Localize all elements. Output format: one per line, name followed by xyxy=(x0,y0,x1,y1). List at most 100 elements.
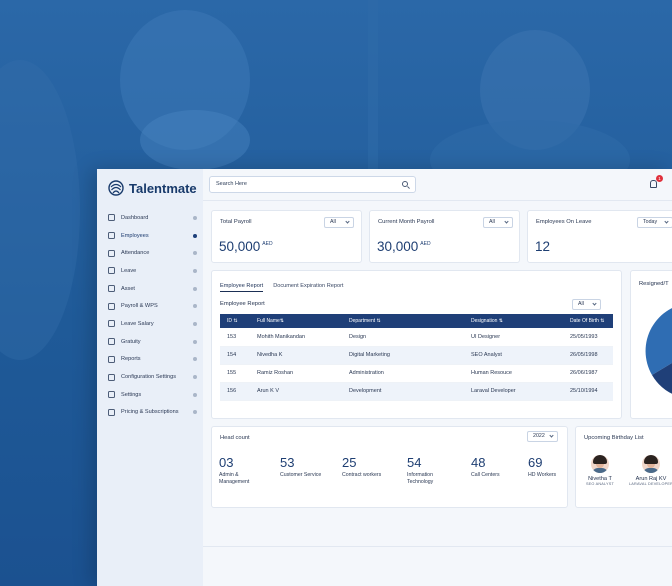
nav-dot-icon xyxy=(193,304,197,309)
table-cell: Arun K V xyxy=(250,382,342,401)
employee-report-filter[interactable]: All xyxy=(572,299,601,310)
search-placeholder: Search Here xyxy=(216,181,247,187)
total-payroll-filter[interactable]: All xyxy=(324,217,354,228)
employee-report-card: Employee Report Document Expiration Repo… xyxy=(211,270,622,419)
sidebar-item-pricing-subscriptions[interactable]: Pricing & Subscriptions xyxy=(97,404,203,422)
tab-document-expiration-report[interactable]: Document Expiration Report xyxy=(273,283,343,292)
headcount-item: 53 Customer Service xyxy=(280,455,335,479)
tab-employee-report[interactable]: Employee Report xyxy=(220,283,264,292)
current-month-payroll-amount: 30,000 xyxy=(377,239,419,254)
column-header-date-of-birth[interactable]: Date Of Birth ⇅ xyxy=(563,314,613,328)
sidebar-item-label: Reports xyxy=(121,356,141,363)
table-cell: UI Designer xyxy=(464,328,563,347)
column-header-department[interactable]: Department ⇅ xyxy=(342,314,464,328)
current-month-payroll-filter[interactable]: All xyxy=(483,217,513,228)
brand-logo[interactable]: Talentmate xyxy=(108,178,197,198)
table-cell: 156 xyxy=(220,382,250,401)
headcount-label: Customer Service xyxy=(280,472,322,478)
headcount-value: 25 xyxy=(342,455,357,470)
search-input[interactable]: Search Here xyxy=(209,176,416,193)
table-cell: 26/06/1987 xyxy=(563,364,613,383)
filter-value: Today xyxy=(643,219,658,225)
main-content: Search Here 1 Total Payroll All 50,000 AE… xyxy=(203,169,672,586)
table-cell: Development xyxy=(342,382,464,401)
sidebar-item-label: Attendance xyxy=(121,250,150,257)
table-cell: 25/05/1993 xyxy=(563,328,613,347)
bell-icon[interactable] xyxy=(650,180,657,188)
avatar xyxy=(591,455,609,473)
donut-segment-primary xyxy=(645,308,672,375)
table-cell: 25/10/1994 xyxy=(563,382,613,401)
gear-icon xyxy=(108,391,115,399)
table-cell: Digital Marketing xyxy=(342,346,464,365)
sidebar-item-dashboard[interactable]: Dashboard xyxy=(97,209,203,227)
sidebar-item-label: Settings xyxy=(121,391,142,398)
total-payroll-card: Total Payroll All 50,000 AED xyxy=(211,210,362,263)
table-header-row: ID ⇅ Full Name⇅ Department ⇅ Designation… xyxy=(220,314,613,328)
calendar-icon xyxy=(108,249,115,257)
table-cell: 155 xyxy=(220,364,250,383)
crown-icon xyxy=(108,338,115,346)
table-cell: 153 xyxy=(220,328,250,347)
sidebar-item-label: Pricing & Subscriptions xyxy=(121,409,179,416)
sidebar-item-leave-salary[interactable]: Leave Salary xyxy=(97,315,203,333)
employees-on-leave-count: 12 xyxy=(535,239,551,254)
table-cell: Nivedha K xyxy=(250,346,342,365)
employees-on-leave-card: Employees On Leave Today 12 xyxy=(527,210,672,263)
filter-value: 2022 xyxy=(533,433,545,439)
sidebar-item-label: Payroll & WPS xyxy=(121,303,158,310)
hero-figure-smile xyxy=(140,110,250,170)
sidebar-item-configuration-settings[interactable]: Configuration Settings xyxy=(97,368,203,386)
sidebar-item-gratuity[interactable]: Gratuity xyxy=(97,333,203,351)
sidebar-item-label: Employees xyxy=(121,232,149,239)
table-cell: Ramiz Roshan xyxy=(250,364,342,383)
person-role: SEO ANALYST xyxy=(585,482,615,486)
chevron-down-icon xyxy=(592,301,597,306)
table-row[interactable]: 154 Nivedha K Digital Marketing SEO Analyst… xyxy=(220,346,613,365)
filter-value: All xyxy=(330,219,336,225)
table-cell: 154 xyxy=(220,346,250,365)
card-icon xyxy=(108,408,115,416)
kpi-value: 30,000 AED xyxy=(377,239,431,254)
headcount-item: 48 Call Centers xyxy=(471,455,526,479)
talentmate-logo-icon xyxy=(108,180,124,196)
sidebar-item-settings[interactable]: Settings xyxy=(97,386,203,404)
nav-dot-icon xyxy=(193,233,197,238)
chevron-down-icon xyxy=(504,219,509,224)
headcount-value: 48 xyxy=(471,455,486,470)
laptop-icon xyxy=(108,285,115,293)
nav-dot-icon xyxy=(193,375,197,380)
column-header-full-name[interactable]: Full Name⇅ xyxy=(250,314,342,328)
birthday-person[interactable]: Arun Raj KV LARAVAL DEVELOPER xyxy=(626,455,672,486)
footer-divider xyxy=(203,546,672,547)
table-row[interactable]: 153 Mohith Manikandan Design UI Designer 25/… xyxy=(220,328,613,347)
table-row[interactable]: 155 Ramiz Roshan Administration Human Resou… xyxy=(220,364,613,383)
sidebar-item-asset[interactable]: Asset xyxy=(97,280,203,298)
headcount-year-filter[interactable]: 2022 xyxy=(527,431,558,442)
birthday-person[interactable]: Nivetha T SEO ANALYST xyxy=(576,455,625,486)
headcount-label: HD Workers xyxy=(528,472,557,478)
chevron-down-icon xyxy=(345,219,350,224)
report-section-title: Employee Report xyxy=(220,301,265,307)
dashboard-icon xyxy=(108,214,115,222)
table-cell: Mohith Manikandan xyxy=(250,328,342,347)
table-cell: Design xyxy=(342,328,464,347)
sidebar-item-attendance[interactable]: Attendance xyxy=(97,244,203,262)
top-bar: Search Here 1 xyxy=(203,169,672,201)
sidebar-item-payroll-wps[interactable]: Payroll & WPS xyxy=(97,297,203,315)
filter-value: All xyxy=(578,301,584,307)
employees-on-leave-filter[interactable]: Today xyxy=(637,217,672,228)
search-icon[interactable] xyxy=(402,181,408,187)
column-header-id[interactable]: ID ⇅ xyxy=(220,314,250,328)
sidebar-item-reports[interactable]: Reports xyxy=(97,351,203,369)
nav-dot-icon xyxy=(193,392,197,397)
current-month-payroll-card: Current Month Payroll All 30,000 AED xyxy=(369,210,520,263)
wallet-icon xyxy=(108,320,115,328)
sidebar-item-employees[interactable]: Employees xyxy=(97,227,203,245)
kpi-title: Total Payroll xyxy=(220,219,252,225)
table-row[interactable]: 156 Arun K V Development Laraval Developer 2… xyxy=(220,382,613,401)
column-header-designation[interactable]: Designation ⇅ xyxy=(464,314,563,328)
brand-name: Talentmate xyxy=(129,180,197,196)
sidebar-item-leave[interactable]: Leave xyxy=(97,262,203,280)
sidebar-item-label: Asset xyxy=(121,285,135,292)
